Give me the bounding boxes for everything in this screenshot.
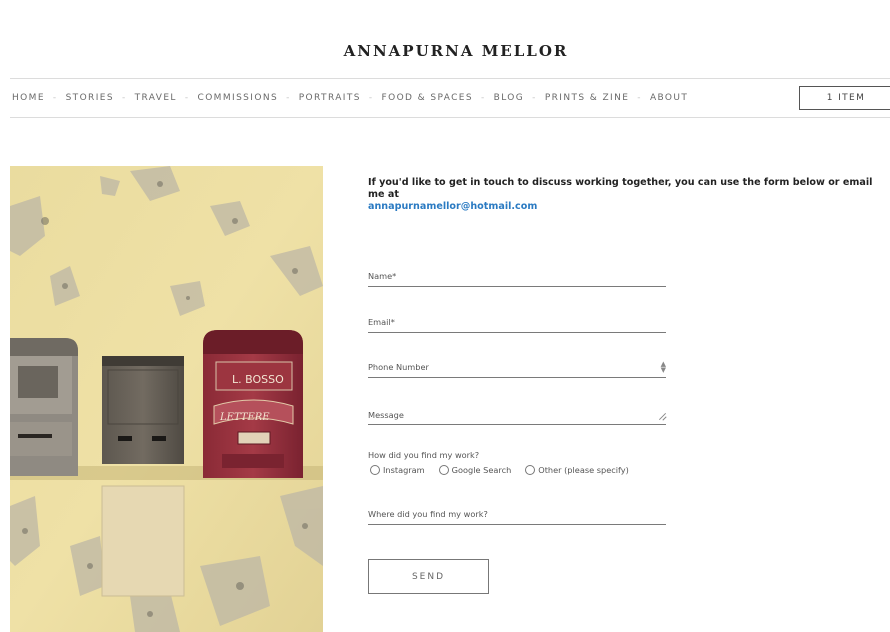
main-nav: HOME - STORIES - TRAVEL - COMMISSIONS - … [12, 87, 688, 109]
name-field[interactable]: Name* [368, 265, 666, 287]
header-divider-top [10, 78, 890, 79]
mailbox-name-text: L. BOSSO [232, 373, 284, 386]
radio-circle-icon[interactable] [438, 465, 449, 475]
nav-item-travel[interactable]: TRAVEL [135, 93, 177, 103]
send-button[interactable]: SEND [368, 559, 489, 594]
cart-button[interactable]: 1 ITEM [799, 86, 890, 110]
nav-separator: - [121, 93, 127, 103]
nav-item-home[interactable]: HOME [12, 93, 45, 103]
nav-separator: - [480, 93, 486, 103]
contact-intro-text: If you'd like to get in touch to discuss… [368, 177, 873, 200]
email-field-label: Email* [368, 316, 395, 327]
nav-item-food-spaces[interactable]: FOOD & SPACES [382, 93, 473, 103]
radio-other-label: Other (please specify) [538, 465, 629, 475]
nav-separator: - [637, 93, 642, 103]
mailbox-sign-text: LETTERE [219, 412, 270, 423]
phone-number-field-label: Phone Number [368, 361, 429, 372]
email-field[interactable]: Email* [368, 311, 666, 333]
mailboxes-illustration: L. BOSSO LETTERE [10, 166, 323, 632]
where-found-field[interactable]: Where did you find my work? [368, 503, 666, 525]
nav-item-about[interactable]: ABOUT [650, 93, 688, 103]
nav-separator: - [52, 93, 58, 103]
radio-google-search[interactable]: Google Search [438, 465, 512, 475]
radio-other[interactable]: Other (please specify) [525, 465, 629, 475]
phone-number-field[interactable]: Phone Number ▲ ▼ [368, 356, 666, 378]
name-field-label: Name* [368, 270, 397, 281]
contact-intro: If you'd like to get in touch to discuss… [368, 177, 890, 213]
resize-handle-icon[interactable] [658, 412, 666, 420]
nav-separator: - [368, 93, 374, 103]
nav-item-commissions[interactable]: COMMISSIONS [198, 93, 279, 103]
radio-circle-icon[interactable] [525, 465, 536, 475]
radio-instagram[interactable]: Instagram [370, 465, 425, 475]
how-found-question: How did you find my work? [368, 450, 480, 460]
message-field-label: Message [368, 410, 404, 420]
radio-circle-icon[interactable] [370, 465, 380, 475]
radio-google-search-label: Google Search [451, 465, 512, 475]
header-divider-bottom [10, 117, 890, 118]
nav-separator: - [286, 93, 291, 103]
nav-item-stories[interactable]: STORIES [66, 93, 114, 103]
contact-email-link[interactable]: annapurnamellor@hotmail.com [368, 201, 537, 212]
nav-item-prints-zine[interactable]: PRINTS & ZINE [545, 93, 629, 103]
nav-item-blog[interactable]: BLOG [494, 93, 525, 103]
site-title[interactable]: ANNAPURNA MELLOR [0, 42, 890, 60]
radio-instagram-label: Instagram [383, 465, 425, 475]
where-found-field-label: Where did you find my work? [368, 508, 488, 519]
nav-item-portraits[interactable]: PORTRAITS [299, 93, 361, 103]
nav-separator: - [532, 93, 537, 103]
message-field[interactable]: Message [368, 403, 666, 425]
mailboxes-photo: L. BOSSO LETTERE [10, 166, 323, 632]
number-stepper-icon[interactable]: ▲ ▼ [661, 360, 666, 373]
nav-separator: - [184, 93, 190, 103]
how-found-options: Instagram Google Search Other (please sp… [370, 465, 643, 475]
